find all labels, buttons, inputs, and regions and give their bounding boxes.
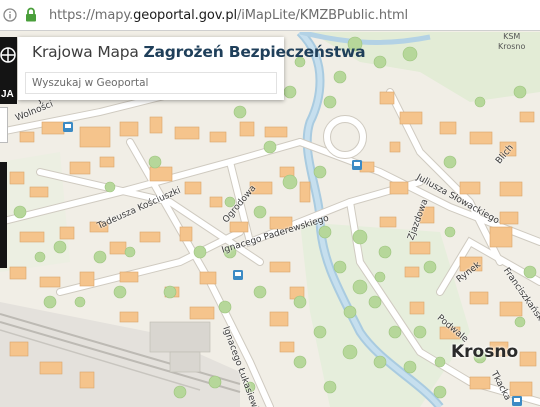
- city-label: Krosno: [451, 342, 519, 362]
- side-toolbar[interactable]: [0, 162, 7, 268]
- logo-strip: JA: [0, 37, 17, 104]
- lock-icon: [25, 7, 39, 23]
- info-icon[interactable]: [1, 6, 19, 24]
- search-input[interactable]: Wyszukaj w Geoportal: [25, 72, 277, 94]
- police-logo-icon: [0, 47, 16, 63]
- app-header-panel: Krajowa Mapa Zagrożeń Bezpieczeństwa Wys…: [18, 37, 366, 100]
- poi-label: KSM Krosno: [498, 32, 526, 51]
- app-title: Krajowa Mapa Zagrożeń Bezpieczeństwa: [32, 43, 366, 61]
- logo-text: JA: [1, 89, 14, 100]
- side-panel-tab[interactable]: [0, 107, 8, 143]
- url-field[interactable]: https://mapy.geoportal.gov.pl/iMapLite/K…: [49, 8, 408, 23]
- browser-address-bar: https://mapy.geoportal.gov.pl/iMapLite/K…: [0, 0, 540, 31]
